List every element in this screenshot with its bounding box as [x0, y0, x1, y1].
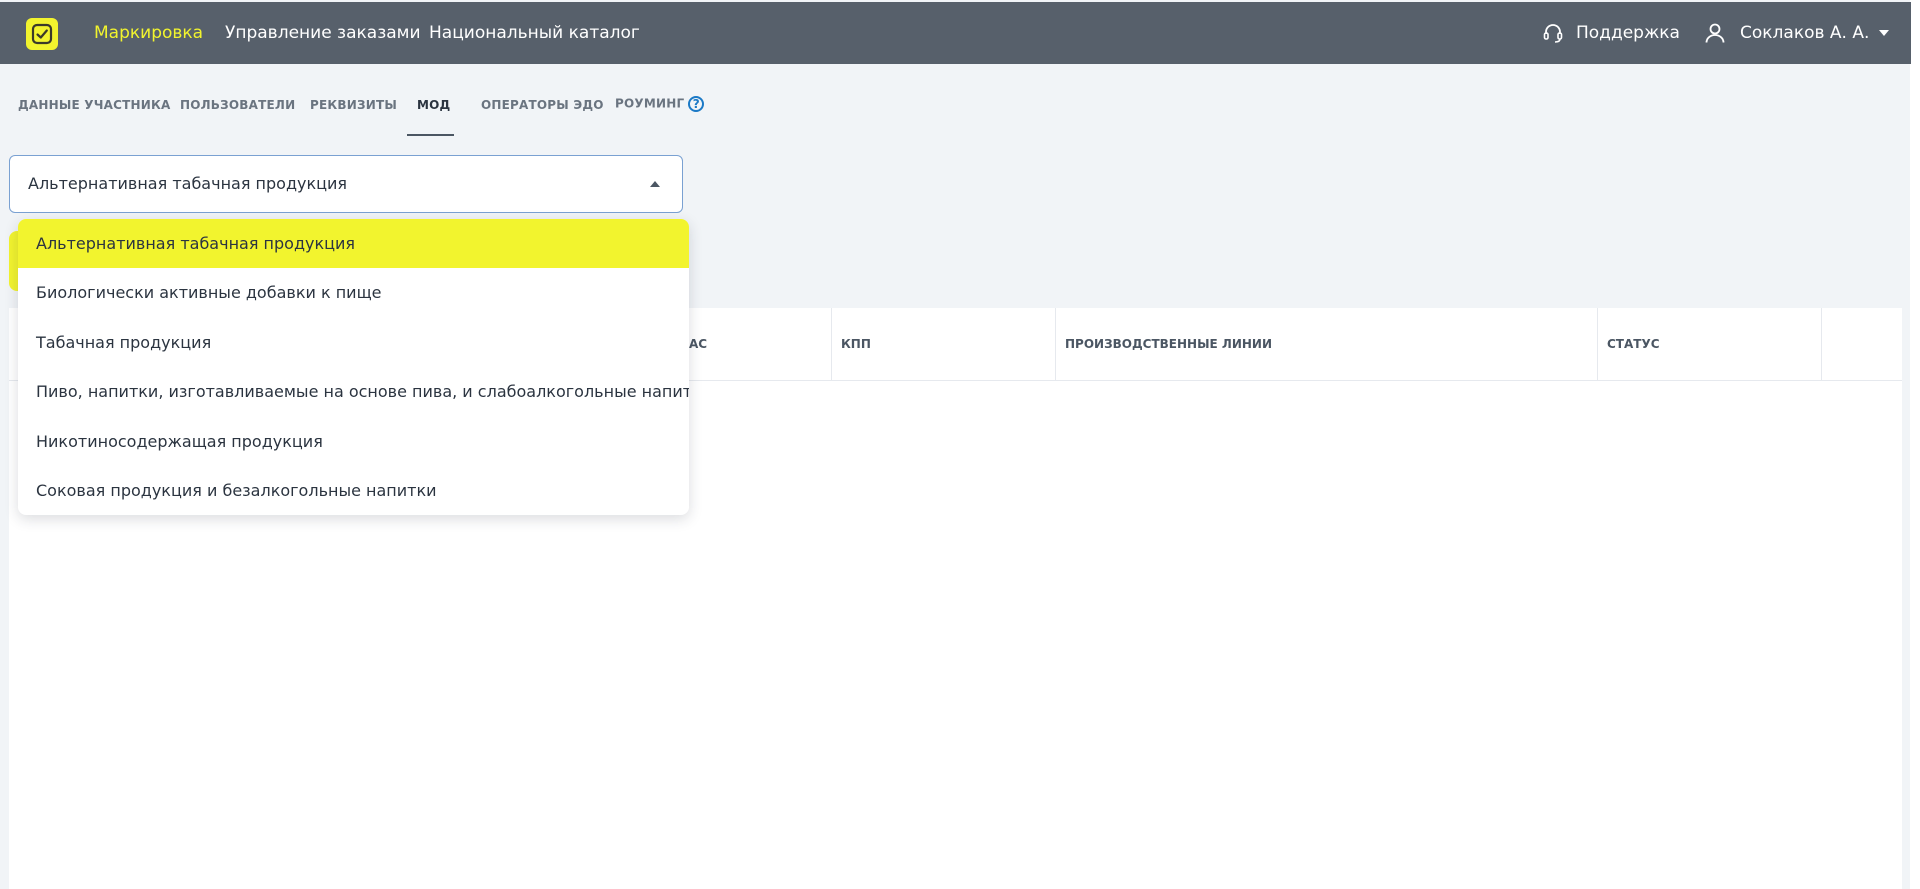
column-header-as[interactable]: АС	[689, 308, 707, 380]
tab-roaming-label: Роуминг	[615, 96, 685, 111]
column-header-status[interactable]: Статус	[1607, 308, 1660, 380]
dropdown-option[interactable]: Биологически активные добавки к пище	[18, 268, 689, 317]
column-divider	[831, 308, 832, 380]
page-right-edge	[1910, 0, 1920, 889]
question-circle-icon[interactable]: ?	[688, 96, 705, 112]
column-divider	[1055, 308, 1056, 380]
dropdown-option[interactable]: Альтернативная табачная продукция	[18, 219, 689, 268]
tab-mod[interactable]: МОД	[417, 98, 450, 120]
nav-order-management[interactable]: Управление заказами	[225, 2, 421, 64]
tab-roaming[interactable]: Роуминг?	[615, 96, 705, 118]
support-link[interactable]: Поддержка	[1542, 2, 1680, 64]
product-group-dropdown: Альтернативная табачная продукция Биолог…	[18, 219, 689, 515]
nav-national-catalog[interactable]: Национальный каталог	[429, 2, 640, 64]
column-header-kpp[interactable]: КПП	[841, 308, 871, 380]
chevron-down-icon	[1879, 30, 1890, 36]
user-menu[interactable]: Соклаков А. А.	[1704, 2, 1890, 64]
column-divider	[1821, 308, 1822, 380]
dropdown-option[interactable]: Никотиносодержащая продукция	[18, 417, 689, 466]
column-header-production-lines[interactable]: Производственные линии	[1065, 308, 1272, 380]
app-logo-icon[interactable]	[26, 18, 58, 50]
support-label: Поддержка	[1576, 23, 1680, 43]
tab-participant-data[interactable]: Данные участника	[18, 98, 170, 120]
dropdown-option[interactable]: Пиво, напитки, изготавливаемые на основе…	[18, 367, 689, 416]
column-divider	[1597, 308, 1598, 380]
user-name: Соклаков А. А.	[1740, 23, 1870, 43]
dropdown-option[interactable]: Табачная продукция	[18, 318, 689, 367]
nav-marking[interactable]: Маркировка	[94, 2, 203, 64]
active-tab-indicator	[407, 134, 454, 136]
tab-requisites[interactable]: Реквизиты	[310, 98, 397, 120]
caret-up-icon	[650, 181, 660, 187]
headset-icon	[1543, 24, 1563, 43]
tab-edo-operators[interactable]: Операторы ЭДО	[481, 98, 604, 120]
tab-users[interactable]: Пользователи	[180, 98, 295, 120]
user-icon	[1705, 23, 1725, 43]
product-group-select[interactable]: Альтернативная табачная продукция	[9, 155, 683, 213]
top-navigation-bar: Маркировка Управление заказами Националь…	[0, 2, 1911, 64]
select-value: Альтернативная табачная продукция	[28, 174, 348, 193]
dropdown-option[interactable]: Соковая продукция и безалкогольные напит…	[18, 466, 689, 515]
